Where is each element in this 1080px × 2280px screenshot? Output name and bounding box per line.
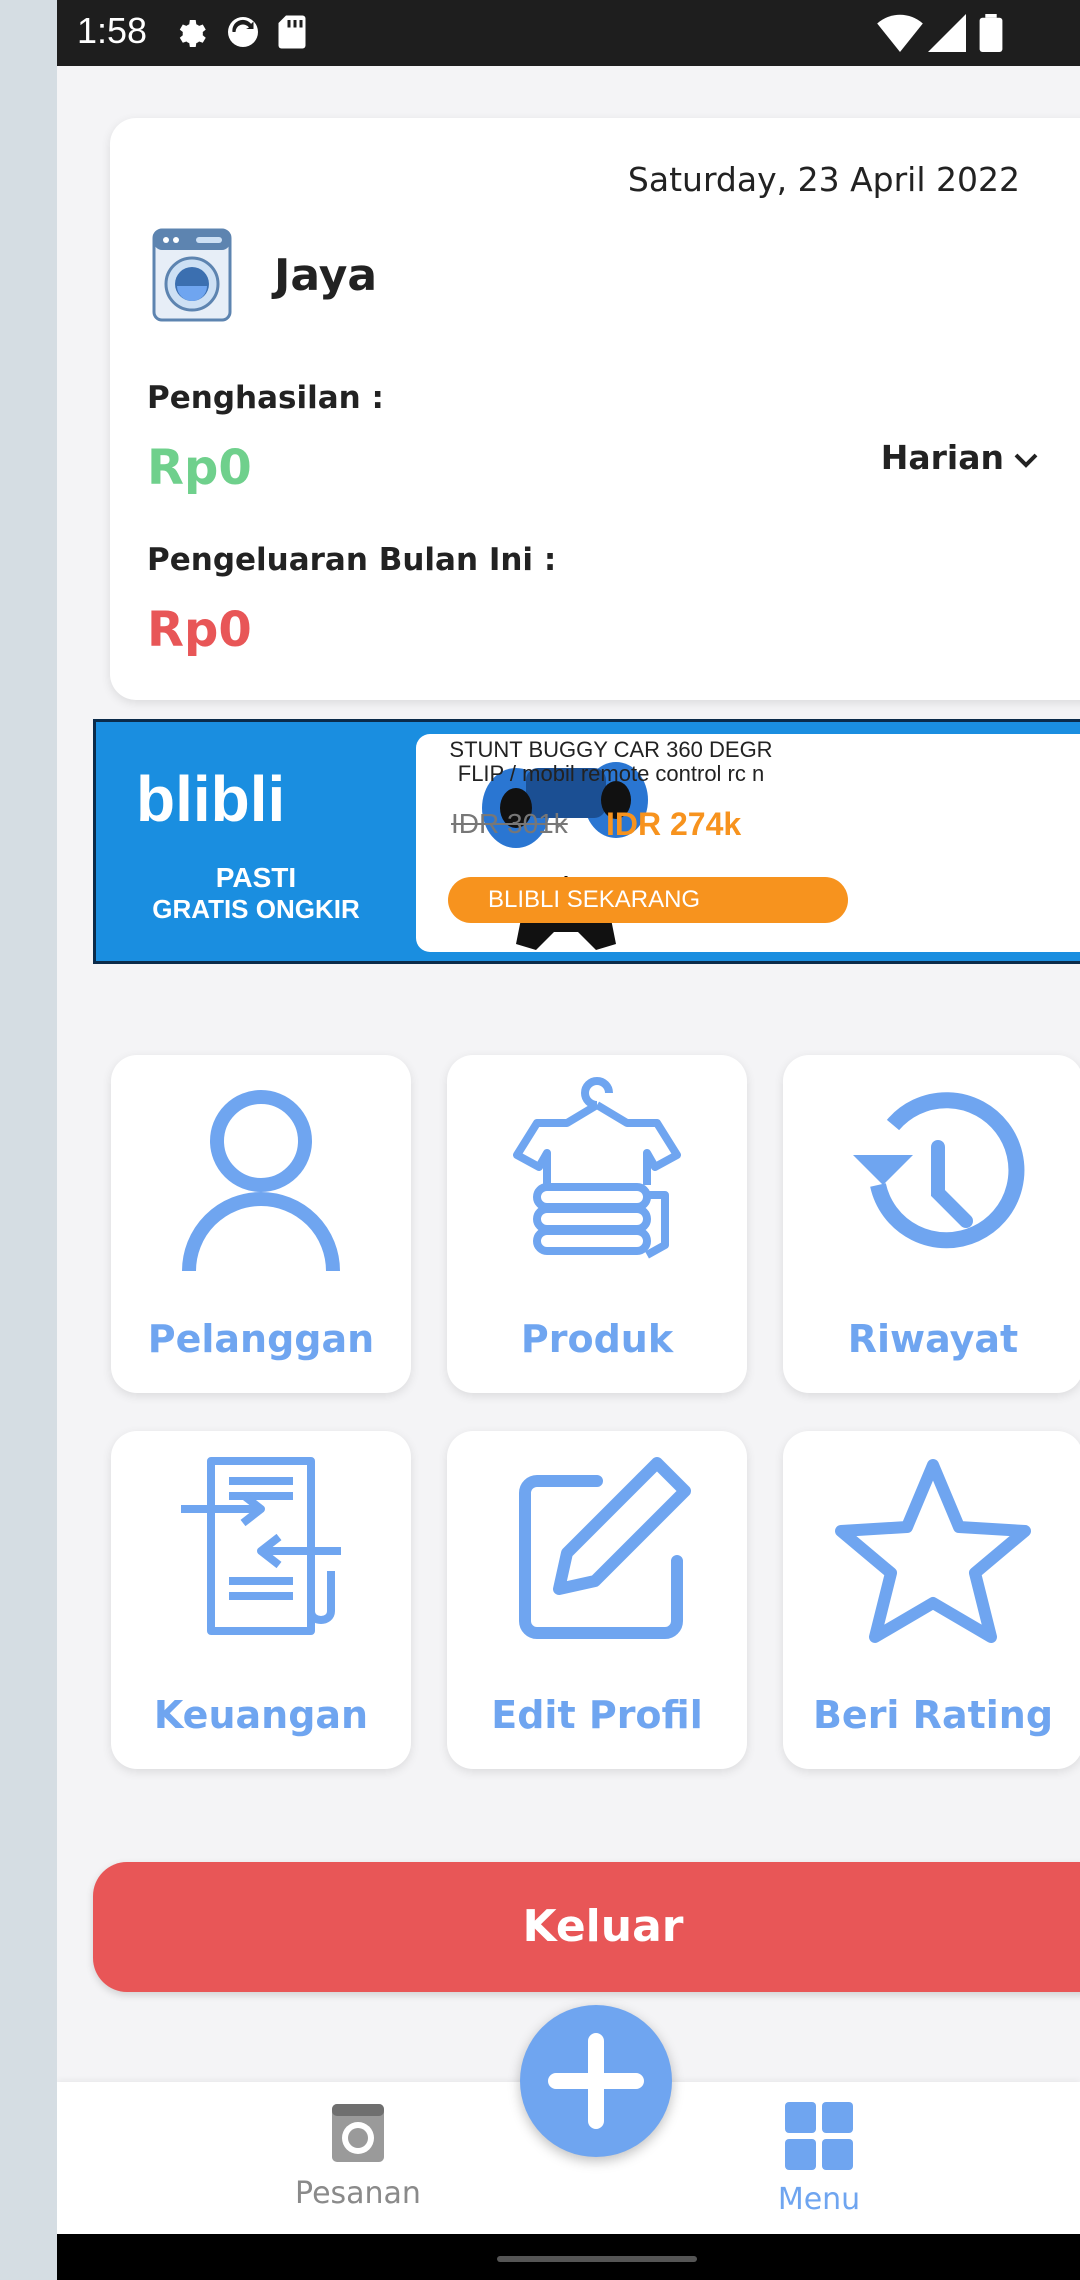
ad-title-line-2: FLIP / mobil remote control rc n xyxy=(457,761,765,786)
app-screen: 1:58 Saturday, 23 April 2022 Jaya Pengha… xyxy=(57,0,1080,2280)
menu-label: Keuangan xyxy=(153,1693,369,1737)
menu-tile-keuangan[interactable]: Keuangan xyxy=(111,1431,411,1769)
status-bar: 1:58 xyxy=(57,0,1080,66)
sd-card-icon xyxy=(278,15,306,49)
signal-icon xyxy=(928,14,966,52)
edit-icon xyxy=(519,1457,691,1639)
transfer-document-icon xyxy=(181,1457,341,1635)
wifi-icon xyxy=(877,14,923,52)
menu-tile-produk[interactable]: Produk xyxy=(447,1055,747,1393)
washing-machine-icon xyxy=(332,2104,384,2162)
clothes-icon xyxy=(513,1077,681,1259)
menu-label: Pelanggan xyxy=(147,1317,375,1361)
home-indicator[interactable] xyxy=(497,2256,697,2262)
ad-brand-logo: blibli xyxy=(136,763,286,835)
ad-new-price: IDR 274k xyxy=(606,806,742,842)
nav-label: Pesanan xyxy=(295,2176,421,2211)
nav-label: Menu xyxy=(777,2182,861,2217)
battery-icon xyxy=(979,14,1003,52)
history-icon xyxy=(853,1092,1025,1249)
period-value: Harian xyxy=(880,438,1004,477)
star-icon xyxy=(835,1459,1031,1643)
menu-label: Beri Rating xyxy=(812,1693,1054,1737)
income-label: Penghasilan : xyxy=(147,380,384,416)
menu-tile-riwayat[interactable]: Riwayat xyxy=(783,1055,1080,1393)
period-dropdown[interactable]: Harian xyxy=(881,438,1040,477)
sync-icon xyxy=(228,17,258,47)
gesture-bar xyxy=(57,2234,1080,2280)
income-value: Rp0 xyxy=(147,440,252,496)
menu-tile-beri-rating[interactable]: Beri Rating xyxy=(783,1431,1080,1769)
ad-old-price: IDR 301k xyxy=(451,808,568,839)
ad-tagline-2: GRATIS ONGKIR xyxy=(152,894,360,924)
nav-menu[interactable]: Menu xyxy=(719,2102,919,2217)
status-time: 1:58 xyxy=(77,10,148,51)
grid-icon xyxy=(785,2102,853,2170)
user-icon xyxy=(182,1090,340,1272)
menu-tile-pelanggan[interactable]: Pelanggan xyxy=(111,1055,411,1393)
washing-machine-icon xyxy=(152,228,232,322)
menu-label: Produk xyxy=(520,1317,674,1361)
chevron-down-icon xyxy=(1014,453,1038,468)
ad-tagline-1: PASTI xyxy=(215,862,297,893)
menu-tile-edit-profil[interactable]: Edit Profil xyxy=(447,1431,747,1769)
expense-label: Pengeluaran Bulan Ini : xyxy=(147,542,557,578)
menu-label: Riwayat xyxy=(847,1317,1019,1361)
add-button[interactable] xyxy=(520,2005,672,2157)
menu-label: Edit Profil xyxy=(491,1693,703,1737)
ad-product-title: STUNT BUGGY CAR 360 DEGR FLIP / mobil re… xyxy=(411,738,811,786)
ad-title-line-1: STUNT BUGGY CAR 360 DEGR xyxy=(449,737,773,762)
plus-icon xyxy=(548,2033,644,2129)
summary-card: Saturday, 23 April 2022 Jaya Penghasilan… xyxy=(110,118,1080,700)
ad-cta-button[interactable]: BLIBLI SEKARANG xyxy=(448,877,848,923)
settings-icon xyxy=(179,20,206,48)
ad-banner[interactable]: blibli PASTI GRATIS ONGKIR STUNT BUGGY C… xyxy=(93,719,1080,964)
user-name: Jaya xyxy=(274,250,378,301)
logout-button[interactable]: Keluar xyxy=(93,1862,1080,1992)
nav-pesanan[interactable]: Pesanan xyxy=(258,2102,458,2211)
expense-value: Rp0 xyxy=(147,602,252,658)
date-label: Saturday, 23 April 2022 xyxy=(627,160,1020,199)
